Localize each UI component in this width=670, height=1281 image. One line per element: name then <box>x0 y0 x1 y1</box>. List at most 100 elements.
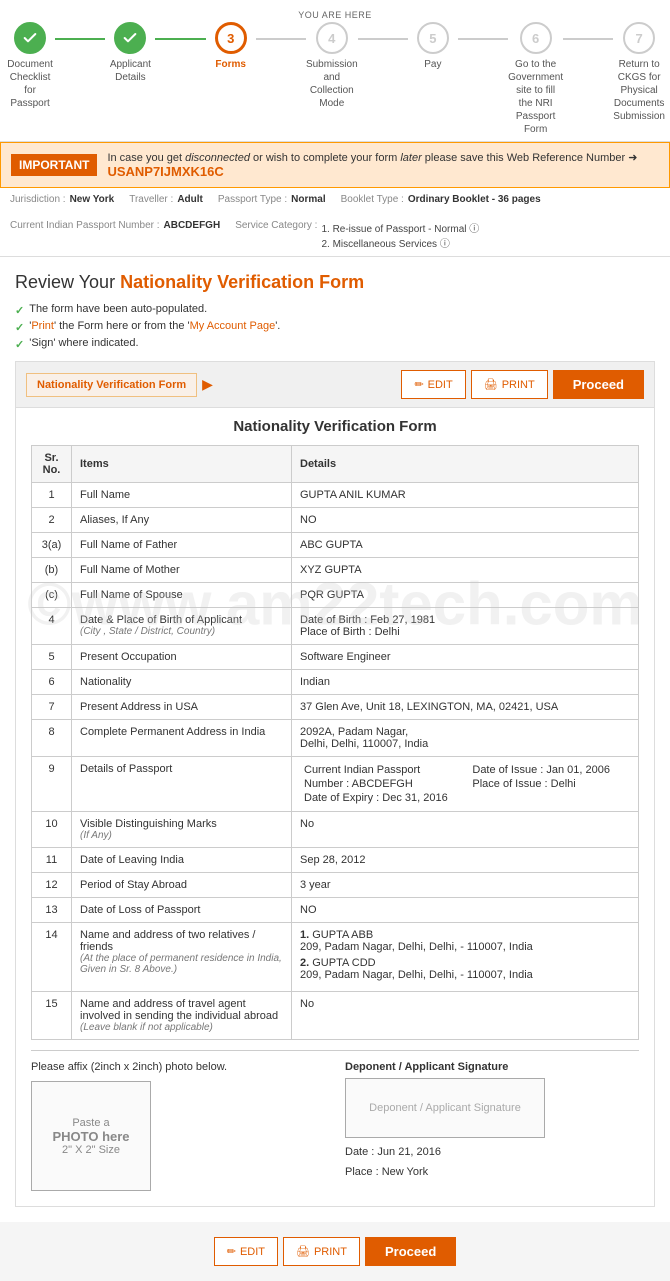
check-icon-3: ✓ <box>15 338 24 351</box>
form-nav-arrow-icon: ▶ <box>202 376 213 393</box>
booklet-type-value: Ordinary Booklet - 36 pages <box>408 194 541 205</box>
main-content: Review Your Nationality Verification For… <box>0 257 670 1222</box>
sig-place-value: New York <box>382 1166 428 1178</box>
ref-number: USANP7IJMXK16C <box>107 164 223 179</box>
checklist-item-3: ✓ 'Sign' where indicated. <box>15 337 655 351</box>
step-4-label: Submission and Collection Mode <box>306 58 358 110</box>
table-cell-detail: PQR GUPTA <box>292 583 639 608</box>
print-button-bottom[interactable]: 🖨 PRINT <box>283 1237 360 1266</box>
col-header-sr: Sr. No. <box>32 446 72 483</box>
edit-button-top[interactable]: ✏ EDIT <box>401 370 465 399</box>
step-5[interactable]: 5 Pay <box>408 22 458 71</box>
passport-type-cell: Current Indian Passport <box>300 763 468 777</box>
page-title: Review Your Nationality Verification For… <box>15 272 655 293</box>
proceed-button-bottom[interactable]: Proceed <box>365 1237 456 1266</box>
jurisdiction-label: Jurisdiction : <box>10 194 66 205</box>
table-cell-sr: 15 <box>32 992 72 1040</box>
step-2[interactable]: Applicant Details <box>105 22 155 84</box>
table-row: 10Visible Distinguishing Marks(If Any)No <box>32 812 639 848</box>
edit-label-bottom: EDIT <box>240 1246 265 1258</box>
affix-label: Please affix (2inch x 2inch) photo below… <box>31 1061 325 1073</box>
connector-6-7 <box>563 38 613 40</box>
table-cell-detail: 1. GUPTA ABB209, Padam Nagar, Delhi, Del… <box>292 923 639 992</box>
print-button-top[interactable]: 🖨 PRINT <box>471 370 548 399</box>
bottom-actions: ✏ EDIT 🖨 PRINT Proceed <box>0 1222 670 1281</box>
table-cell-item: Full Name <box>72 483 292 508</box>
pob-value: Place of Birth : Delhi <box>300 626 630 638</box>
print-link[interactable]: Print <box>31 320 54 332</box>
table-row: (c)Full Name of SpousePQR GUPTA <box>32 583 639 608</box>
item-note: (Leave blank if not applicable) <box>80 1022 283 1033</box>
table-cell-detail: No <box>292 992 639 1040</box>
edit-button-bottom[interactable]: ✏ EDIT <box>214 1237 278 1266</box>
table-cell-item: Date of Loss of Passport <box>72 898 292 923</box>
edit-label: EDIT <box>428 379 453 391</box>
info-booklet-type: Booklet Type : Ordinary Booklet - 36 pag… <box>341 194 541 205</box>
form-table-wrapper: Nationality Verification Form Sr. No. It… <box>16 408 654 1206</box>
table-cell-sr: (c) <box>32 583 72 608</box>
step-4[interactable]: 4 Submission and Collection Mode <box>306 22 358 110</box>
checklist-item-1: ✓ The form have been auto-populated. <box>15 303 655 317</box>
table-cell-detail: XYZ GUPTA <box>292 558 639 583</box>
passport-type-label: Passport Type : <box>218 194 287 205</box>
table-cell-sr: 9 <box>32 757 72 812</box>
step-3[interactable]: 3 Forms <box>206 22 256 71</box>
page-title-highlight: Nationality Verification Form <box>120 272 364 292</box>
jurisdiction-value: New York <box>70 194 115 205</box>
nationality-verification-table: Sr. No. Items Details 1Full NameGUPTA AN… <box>31 445 639 1040</box>
item-note: (City , State / District, Country) <box>80 626 283 637</box>
info-jurisdiction: Jurisdiction : New York <box>10 194 114 205</box>
table-cell-detail: GUPTA ANIL KUMAR <box>292 483 639 508</box>
proceed-button-top[interactable]: Proceed <box>553 370 644 399</box>
table-cell-detail: 2092A, Padam Nagar,Delhi, Delhi, 110007,… <box>292 720 639 757</box>
important-text: In case you get disconnected or wish to … <box>107 151 659 179</box>
date-issue-cell: Date of Issue : Jan 01, 2006 <box>468 763 630 777</box>
print-label-bottom: PRINT <box>314 1246 347 1258</box>
table-cell-detail: 37 Glen Ave, Unit 18, LEXINGTON, MA, 024… <box>292 695 639 720</box>
step-1[interactable]: Document Checklist for Passport <box>5 22 55 110</box>
table-cell-detail: ABC GUPTA <box>292 533 639 558</box>
my-account-link[interactable]: My Account Page <box>190 320 276 332</box>
form-nav: Nationality Verification Form ▶ ✏ EDIT 🖨… <box>16 362 654 408</box>
table-row: 6NationalityIndian <box>32 670 639 695</box>
sig-placeholder: Deponent / Applicant Signature <box>369 1102 521 1114</box>
table-cell-sr: (b) <box>32 558 72 583</box>
sig-date-label: Date : <box>345 1146 377 1158</box>
table-cell-detail: Date of Birth : Feb 27, 1981Place of Bir… <box>292 608 639 645</box>
step-6[interactable]: 6 Go to the Government site to fill the … <box>508 22 563 136</box>
print-label: PRINT <box>502 379 535 391</box>
sig-box: Deponent / Applicant Signature <box>345 1078 545 1138</box>
table-cell-detail: Software Engineer <box>292 645 639 670</box>
table-row: 14Name and address of two relatives / fr… <box>32 923 639 992</box>
info-passport-type: Passport Type : Normal <box>218 194 326 205</box>
step-7[interactable]: 7 Return to CKGS for Physical Documents … <box>613 22 665 123</box>
table-row: 9Details of Passport Current Indian Pass… <box>32 757 639 812</box>
step-1-circle <box>14 22 46 54</box>
table-row: 4Date & Place of Birth of Applicant(City… <box>32 608 639 645</box>
photo-sig-section: Please affix (2inch x 2inch) photo below… <box>31 1050 639 1191</box>
table-cell-sr: 3(a) <box>32 533 72 558</box>
table-row: 13Date of Loss of PassportNO <box>32 898 639 923</box>
connector-1-2 <box>55 38 105 40</box>
connector-4-5 <box>358 38 408 40</box>
form-nav-label[interactable]: Nationality Verification Form <box>26 373 197 397</box>
table-cell-item: Details of Passport <box>72 757 292 812</box>
form-actions-top: ✏ EDIT 🖨 PRINT Proceed <box>401 370 644 399</box>
check-icon-2: ✓ <box>15 321 24 334</box>
relative-item: 2. GUPTA CDD209, Padam Nagar, Delhi, Del… <box>300 957 630 981</box>
info-bar: Jurisdiction : New York Traveller : Adul… <box>0 188 670 257</box>
table-cell-item: Full Name of Mother <box>72 558 292 583</box>
connector-5-6 <box>458 38 508 40</box>
table-cell-item: Complete Permanent Address in India <box>72 720 292 757</box>
sig-place: Place : New York <box>345 1166 639 1178</box>
table-cell-sr: 4 <box>32 608 72 645</box>
paste-line1: Paste a <box>72 1117 109 1129</box>
date-expiry-cell: Date of Expiry : Dec 31, 2016 <box>300 791 468 805</box>
step-3-label: Forms <box>215 58 246 71</box>
service-category-label: Service Category : <box>235 220 317 250</box>
photo-box: Paste a PHOTO here 2" X 2" Size <box>31 1081 151 1191</box>
col-header-details: Details <box>292 446 639 483</box>
table-row: 3(a)Full Name of FatherABC GUPTA <box>32 533 639 558</box>
table-cell-detail: Current Indian Passport Date of Issue : … <box>292 757 639 812</box>
table-cell-sr: 5 <box>32 645 72 670</box>
